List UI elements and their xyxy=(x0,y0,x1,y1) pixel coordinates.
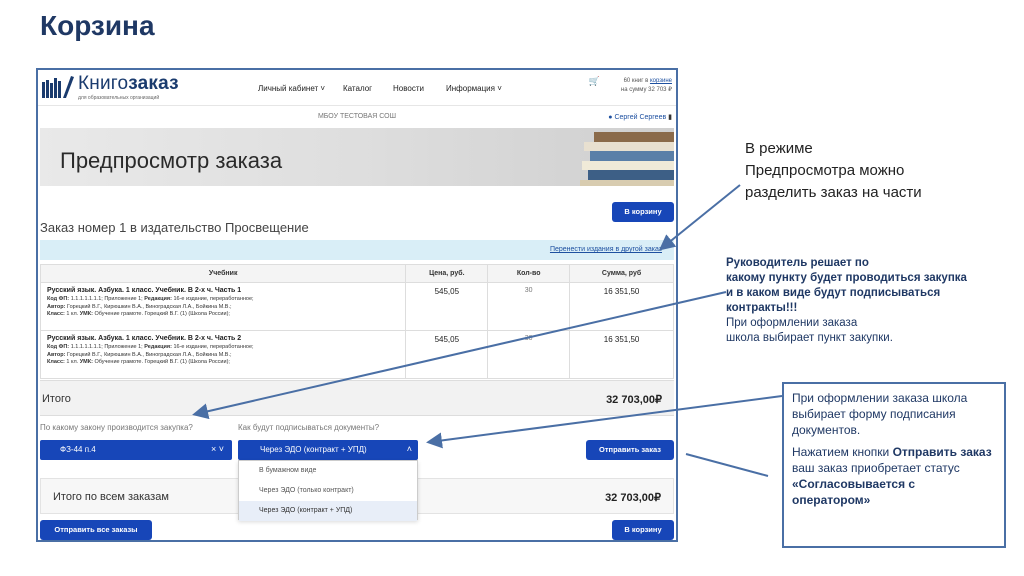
item-qty[interactable]: 30 xyxy=(487,282,571,331)
site-header: Книгозаказ для образовательных организац… xyxy=(38,70,676,106)
order-total-row: Итого 32 703,00₽ xyxy=(40,380,674,416)
item-title: Русский язык. Азбука. 1 класс. Учебник. … xyxy=(47,335,242,342)
screenshot-frame: Книгозаказ для образовательных организац… xyxy=(36,68,678,542)
note-signing: При оформлении заказа школа выбирает фор… xyxy=(782,382,1006,548)
item-price: 545,05 xyxy=(405,282,489,331)
law-question: По какому закону производится закупка? xyxy=(40,423,193,432)
col-price: Цена, руб. xyxy=(405,264,489,283)
note-manager: Руководитель решает по какому пункту буд… xyxy=(726,257,967,344)
all-total-label: Итого по всем заказам xyxy=(53,491,169,503)
user-menu[interactable]: ● Сергей Сергеев ▮ xyxy=(608,113,672,121)
docs-dropdown: В бумажном виде Через ЭДО (только контра… xyxy=(238,460,418,521)
law-select-value: ФЗ-44 п.4 xyxy=(60,445,96,454)
item-sum: 16 351,50 xyxy=(569,282,674,331)
to-cart-bottom-button[interactable]: В корзину xyxy=(612,520,674,540)
transfer-bar: Перенести издания в другой заказ xyxy=(40,240,674,260)
cart-icon[interactable]: 🛒 xyxy=(589,76,600,87)
to-cart-button[interactable]: В корзину xyxy=(612,202,674,222)
banner-title: Предпросмотр заказа xyxy=(60,148,283,173)
table-row: Русский язык. Азбука. 1 класс. Учебник. … xyxy=(39,330,674,379)
school-row: МБОУ ТЕСТОВАЯ СОШ ● Сергей Сергеев ▮ xyxy=(38,108,676,128)
table-header: Учебник Цена, руб. Кол-во Сумма, руб xyxy=(39,264,674,283)
chevron-up-icon[interactable]: ˄ xyxy=(407,444,412,454)
order-title: Заказ номер 1 в издательство Просвещение xyxy=(40,220,309,235)
table-row: Русский язык. Азбука. 1 класс. Учебник. … xyxy=(39,282,674,331)
nav-cabinet[interactable]: Личный кабинет ˅ xyxy=(258,84,325,93)
user-icon: ● xyxy=(608,114,613,121)
nav-info[interactable]: Информация ˅ xyxy=(446,84,502,93)
docs-option-paper[interactable]: В бумажном виде xyxy=(239,461,417,481)
send-all-orders-button[interactable]: Отправить все заказы xyxy=(40,520,152,540)
chevron-down-icon: ˅ xyxy=(320,84,326,93)
item-price: 545,05 xyxy=(405,330,489,379)
school-name: МБОУ ТЕСТОВАЯ СОШ xyxy=(317,113,397,120)
send-order-button[interactable]: Отправить заказ xyxy=(586,440,674,460)
books-stack-image xyxy=(580,132,674,186)
docs-select[interactable]: Через ЭДО (контракт + УПД) ˄ xyxy=(238,440,418,460)
chevron-down-icon: ˅ xyxy=(497,84,502,93)
note-preview: В режиме Предпросмотра можно разделить з… xyxy=(745,140,922,201)
item-meta: Код ФП: 1.1.1.1.1.1.1; Приложение 1; Ред… xyxy=(47,296,254,317)
nav-news[interactable]: Новости xyxy=(393,84,424,93)
logo-text[interactable]: Книгозаказ xyxy=(78,73,179,95)
total-value: 32 703,00₽ xyxy=(606,394,662,406)
col-qty: Кол-во xyxy=(487,264,571,283)
docs-option-edo-full[interactable]: Через ЭДО (контракт + УПД) xyxy=(239,501,417,521)
logout-icon[interactable]: ▮ xyxy=(668,114,672,121)
docs-question: Как будут подписываться документы? xyxy=(238,423,380,432)
preview-banner: Предпросмотр заказа xyxy=(40,128,674,186)
docs-option-edo-contract[interactable]: Через ЭДО (только контракт) xyxy=(239,481,417,501)
item-qty[interactable]: 30 xyxy=(487,330,571,379)
item-meta: Код ФП: 1.1.1.1.1.1.1; Приложение 1; Ред… xyxy=(47,344,254,365)
col-sum: Сумма, руб xyxy=(569,264,674,283)
logo-subtitle: для образовательных организаций xyxy=(78,95,160,101)
item-sum: 16 351,50 xyxy=(569,330,674,379)
nav-catalog[interactable]: Каталог xyxy=(343,84,372,93)
transfer-link[interactable]: Перенести издания в другой заказ xyxy=(550,246,662,253)
item-title: Русский язык. Азбука. 1 класс. Учебник. … xyxy=(47,287,242,294)
col-textbook: Учебник xyxy=(39,264,407,283)
total-label: Итого xyxy=(42,393,71,405)
books-logo-icon xyxy=(42,76,74,98)
slide-title: Корзина xyxy=(40,10,155,41)
law-select[interactable]: ФЗ-44 п.4 × ˅ xyxy=(40,440,232,460)
all-total-value: 32 703,00₽ xyxy=(605,492,661,504)
order-table: Учебник Цена, руб. Кол-во Сумма, руб Рус… xyxy=(39,264,674,379)
clear-chevron-icon[interactable]: × ˅ xyxy=(211,444,224,454)
docs-select-value: Через ЭДО (контракт + УПД) xyxy=(260,445,367,454)
cart-summary[interactable]: 60 книг в корзине на сумму 32 703 ₽ xyxy=(621,77,672,95)
